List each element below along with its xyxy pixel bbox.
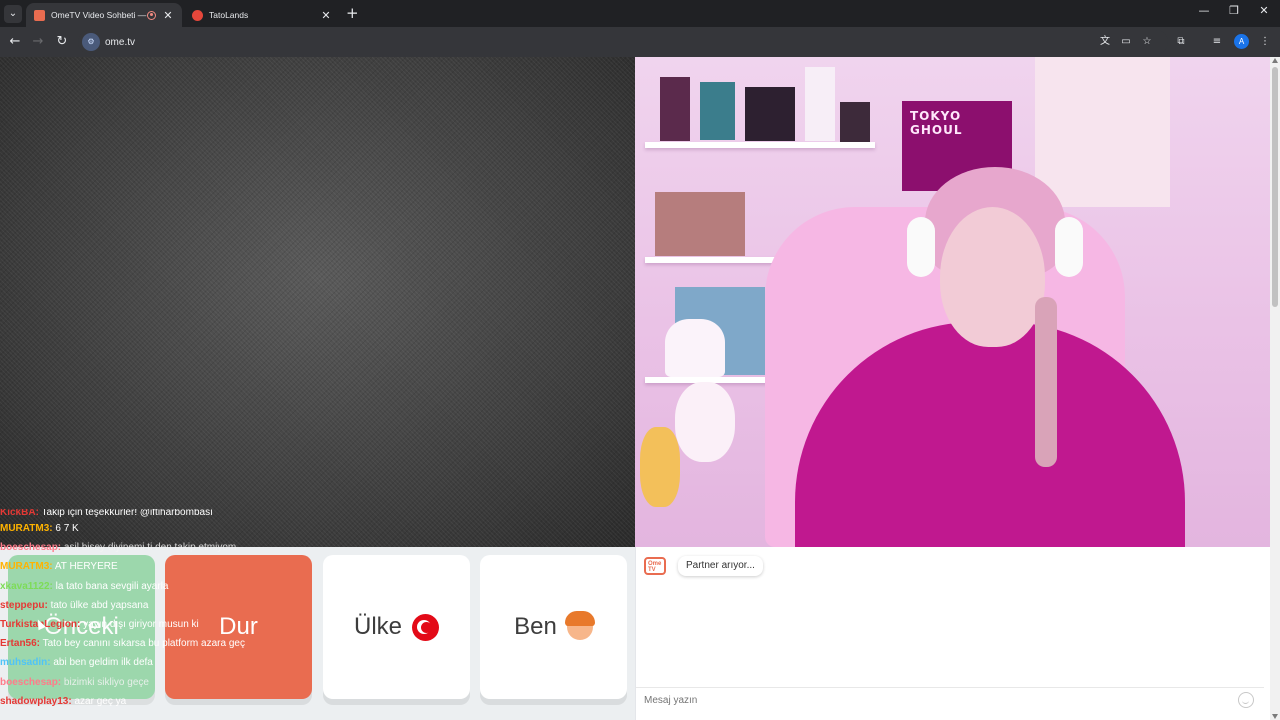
recording-icon: [147, 10, 156, 20]
chat-username: boeschesap:: [0, 542, 62, 554]
message-input[interactable]: [636, 687, 1264, 712]
shelf: [645, 142, 875, 148]
chat-username: steppepu:: [0, 599, 48, 611]
chat-text: bizimki sikliyo geçe: [63, 676, 149, 688]
reload-icon[interactable]: ↻: [53, 33, 71, 51]
chat-text: Takip için teşekkürler! @iftiharbombası: [41, 509, 213, 518]
chat-username: xkava1122:: [0, 580, 53, 592]
chat-message: muhsadin: abi ben geldim ilk defa: [0, 653, 320, 672]
chat-message: Ertan56: Tato bey canını sıkarsa bu plat…: [0, 634, 320, 653]
text-chat-panel: Ome TV Partner arıyor...: [635, 547, 1270, 720]
site-info-icon[interactable]: ⚙: [82, 33, 100, 51]
chat-username: KickBA:: [0, 509, 39, 518]
self-video: TOKYO GHOUL: [635, 57, 1270, 547]
person-face: [940, 207, 1045, 347]
chat-username: shadowplay13:: [0, 695, 72, 707]
plush-cat: [665, 319, 725, 377]
minimize-button[interactable]: —: [1194, 4, 1214, 17]
back-icon[interactable]: ←: [6, 33, 24, 51]
plush: [640, 427, 680, 507]
figure: [675, 382, 735, 462]
chat-text: 6 7 K: [55, 523, 79, 534]
close-window-button[interactable]: ✕: [1254, 4, 1274, 17]
country-label: Ülke: [353, 613, 402, 640]
extensions-icon[interactable]: ⧉: [1173, 34, 1189, 50]
chat-username: muhsadin:: [0, 657, 51, 669]
scroll-down-icon[interactable]: [1272, 714, 1278, 719]
tab-title: OmeTV Video Sohbeti — C: [51, 10, 147, 20]
chat-message: KickBA: Takip için teşekkürler! @iftihar…: [0, 509, 320, 519]
turkey-flag-icon: [412, 613, 439, 641]
poster-text: TOKYO GHOUL: [910, 109, 963, 137]
address-bar[interactable]: ⚙ ome.tv: [78, 30, 1168, 54]
poster: [1035, 57, 1170, 207]
figure: [745, 87, 795, 141]
close-tab-icon[interactable]: ✕: [320, 9, 332, 22]
profile-avatar[interactable]: A: [1234, 34, 1249, 49]
chat-username: Ertan56:: [0, 638, 41, 650]
chat-text: yayın dışı giriyor musun ki: [83, 618, 199, 630]
chat-username: MURATM3:: [0, 523, 53, 534]
close-tab-icon[interactable]: ✕: [162, 9, 174, 22]
partner-video-static: [0, 57, 635, 547]
ometv-page: TOKYO GHOUL Önceki Dur Ülke Ben KickBA: …: [0, 57, 1280, 720]
chat-message: shadowplay13: azar geç ya: [0, 692, 320, 711]
restore-button[interactable]: ❐: [1224, 4, 1244, 17]
chat-text: abi ben geldim ilk defa: [53, 657, 153, 669]
country-button[interactable]: Ülke: [323, 555, 470, 699]
books: [655, 192, 745, 256]
menu-icon[interactable]: ⋮: [1257, 34, 1273, 50]
chat-text: asil bisey diyinemi ti den takip etmiyom: [63, 542, 237, 554]
chat-username: boeschesap:: [0, 676, 62, 688]
chat-message: TurkistanLegion: yayın dışı giriyor musu…: [0, 615, 320, 634]
woman-emoji-icon: [564, 611, 595, 640]
logo-text: Ome TV: [648, 561, 662, 573]
bookmark-star-icon[interactable]: ☆: [1139, 34, 1155, 50]
shelf: [645, 257, 775, 263]
tab-title: TatoLands: [209, 10, 249, 20]
status-message: Partner arıyor...: [678, 556, 763, 576]
chat-message: boeschesap: bizimki sikliyo geçe: [0, 673, 320, 692]
figure: [805, 67, 835, 141]
chat-message: xkava1122: la tato bana sevgili ayarla: [0, 577, 320, 596]
tatolands-favicon-icon: [192, 9, 203, 21]
tab-tatolands[interactable]: TatoLands ✕: [184, 3, 340, 27]
ometv-favicon-icon: [34, 9, 45, 21]
browser-toolbar: ← → ↻ ⚙ ome.tv 文 ▭ ☆ ⧉ ≡ A ⋮: [0, 27, 1280, 57]
ometv-logo-icon: Ome TV: [644, 557, 666, 575]
person-braid: [1035, 297, 1057, 467]
chat-text: tato ülke abd yapsana: [50, 599, 149, 611]
chat-message: MURATM3: AT HERYERE: [0, 557, 320, 576]
page-scrollbar[interactable]: [1270, 57, 1280, 720]
figure: [660, 77, 690, 141]
scroll-up-icon[interactable]: [1272, 58, 1278, 63]
emoji-picker-icon[interactable]: [1238, 692, 1254, 708]
chat-text: Tato bey canını sıkarsa bu platform azar…: [42, 638, 245, 650]
chat-username: MURATM3:: [0, 561, 53, 573]
chat-message: boeschesap: asil bisey diyinemi ti den t…: [0, 538, 320, 557]
translate-icon[interactable]: 文: [1097, 34, 1113, 50]
tab-ometv[interactable]: OmeTV Video Sohbeti — C ✕: [26, 3, 182, 27]
new-tab-button[interactable]: +: [346, 5, 359, 21]
scrollbar-thumb[interactable]: [1272, 67, 1278, 307]
headphones: [907, 217, 935, 277]
headphones: [1055, 217, 1083, 277]
figure: [840, 102, 870, 142]
chat-text: AT HERYERE: [54, 561, 118, 573]
url-text[interactable]: ome.tv: [105, 37, 135, 48]
chat-message: MURATM3: 6 7 K: [0, 519, 320, 538]
chat-message: steppepu: tato ülke abd yapsana: [0, 596, 320, 615]
chat-text: la tato bana sevgili ayarla: [55, 580, 169, 592]
books: [700, 82, 735, 140]
chat-text: azar geç ya: [74, 695, 127, 707]
media-control-icon[interactable]: ≡: [1209, 34, 1225, 50]
gender-button[interactable]: Ben: [480, 555, 627, 699]
forward-icon[interactable]: →: [29, 33, 47, 51]
gender-label: Ben: [514, 613, 557, 640]
stream-chat-overlay: KickBA: Takip için teşekkürler! @iftihar…: [0, 509, 320, 720]
tab-strip: ⌄ OmeTV Video Sohbeti — C ✕ TatoLands ✕ …: [0, 0, 1280, 27]
tab-search-button[interactable]: ⌄: [4, 5, 22, 23]
cast-icon[interactable]: ▭: [1118, 34, 1134, 50]
